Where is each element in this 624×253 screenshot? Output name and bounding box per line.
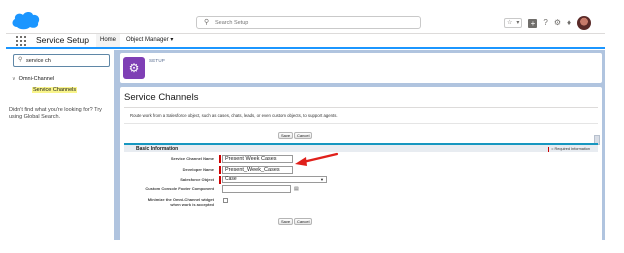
developer-name-field[interactable] <box>222 166 293 174</box>
cancel-button-bottom[interactable]: Cancel <box>294 218 313 225</box>
quick-find-box[interactable]: ⚲ <box>13 54 110 67</box>
minimize-widget-label: Minimize the Omni-Channel widget when wo… <box>124 197 214 207</box>
main-content-area: ⚙ SETUP Service Channels Route work from… <box>114 50 605 240</box>
app-name: Service Setup <box>36 35 89 45</box>
developer-name-label: Developer Name <box>182 167 214 172</box>
page-title: Service Channels <box>124 92 199 103</box>
custom-console-footer-field[interactable] <box>222 185 291 193</box>
save-button[interactable]: Save <box>278 132 294 139</box>
section-title: Basic Information <box>136 146 179 152</box>
setup-banner: ⚙ SETUP <box>120 53 602 83</box>
app-nav-bar: Service Setup Home Object Manager ▾ <box>6 34 605 49</box>
tab-home[interactable]: Home <box>96 34 121 49</box>
gear-icon[interactable]: ⚙ <box>554 17 561 29</box>
lookup-icon[interactable]: ▤ <box>294 186 301 192</box>
avatar[interactable] <box>577 16 592 30</box>
salesforce-object-select[interactable]: Case ▼ <box>222 176 327 183</box>
tab-object-manager[interactable]: Object Manager ▾ <box>122 34 177 47</box>
cancel-button[interactable]: Cancel <box>294 132 313 139</box>
tab-object-manager-label: Object Manager <box>126 37 169 43</box>
help-icon[interactable]: ? <box>543 17 547 29</box>
minimize-widget-label-line2: when work is accepted <box>170 202 214 207</box>
minimize-widget-checkbox[interactable] <box>223 198 228 203</box>
gear-icon: ⚙ <box>128 61 140 75</box>
app-launcher-icon[interactable] <box>16 36 26 46</box>
required-marker <box>548 146 550 152</box>
salesforce-cloud-logo[interactable] <box>11 10 41 30</box>
add-icon[interactable]: + <box>528 18 538 28</box>
required-legend-text: = Required Information <box>551 147 590 151</box>
custom-console-footer-label: Custom Console Footer Component <box>145 186 214 191</box>
search-icon: ⚲ <box>204 19 210 26</box>
required-marker <box>219 176 221 184</box>
sidebar-item-omni-channel[interactable]: ∨ Omni-Channel <box>12 76 54 82</box>
required-marker <box>219 155 221 163</box>
service-channel-name-field[interactable] <box>222 155 293 163</box>
quick-find-input[interactable] <box>26 55 106 66</box>
star-icon[interactable]: ☆ <box>505 19 514 27</box>
setup-search-box[interactable]: ⚲ <box>196 16 421 29</box>
chevron-down-icon[interactable]: ∨ <box>12 76 16 82</box>
annotation-arrow <box>295 152 339 166</box>
salesforce-object-value: Case <box>225 176 237 182</box>
favorites-group[interactable]: ☆ ▾ <box>504 18 523 28</box>
chevron-down-icon: ▼ <box>320 177 324 182</box>
global-search-hint: Didn't find what you're looking for? Try… <box>9 107 102 120</box>
divider <box>124 123 598 124</box>
sidebar-item-service-channels[interactable]: Service Channels <box>32 87 78 93</box>
page-description: Route work from a Salesforce object, suc… <box>130 113 338 118</box>
section-basic-information: Basic Information = Required Information <box>124 143 598 152</box>
required-marker <box>219 166 221 174</box>
save-button-bottom[interactable]: Save <box>278 218 294 225</box>
setup-label: SETUP <box>149 58 166 63</box>
sidebar-item-label: Omni-Channel <box>18 76 55 82</box>
chevron-down-icon[interactable]: ▾ <box>170 37 173 43</box>
global-header: ⚲ ☆ ▾ + ? ⚙ ♦ <box>6 8 605 34</box>
bell-icon[interactable]: ♦ <box>567 17 571 29</box>
header-utility-icons: ☆ ▾ + ? ⚙ ♦ <box>504 15 592 31</box>
salesforce-object-label: Salesforce Object <box>180 177 214 182</box>
setup-search-input[interactable] <box>215 17 415 28</box>
setup-sidebar: ⚲ ∨Omni-Channel Service Channels Didn't … <box>6 50 114 240</box>
divider <box>124 107 598 108</box>
setup-badge: ⚙ <box>123 57 145 79</box>
service-channel-form-panel: Service Channels Route work from a Sales… <box>120 87 602 240</box>
search-icon: ⚲ <box>18 57 23 63</box>
service-channel-name-label: Service Channel Name <box>170 156 214 161</box>
chevron-down-icon[interactable]: ▾ <box>514 19 521 27</box>
required-legend: = Required Information <box>548 145 590 153</box>
